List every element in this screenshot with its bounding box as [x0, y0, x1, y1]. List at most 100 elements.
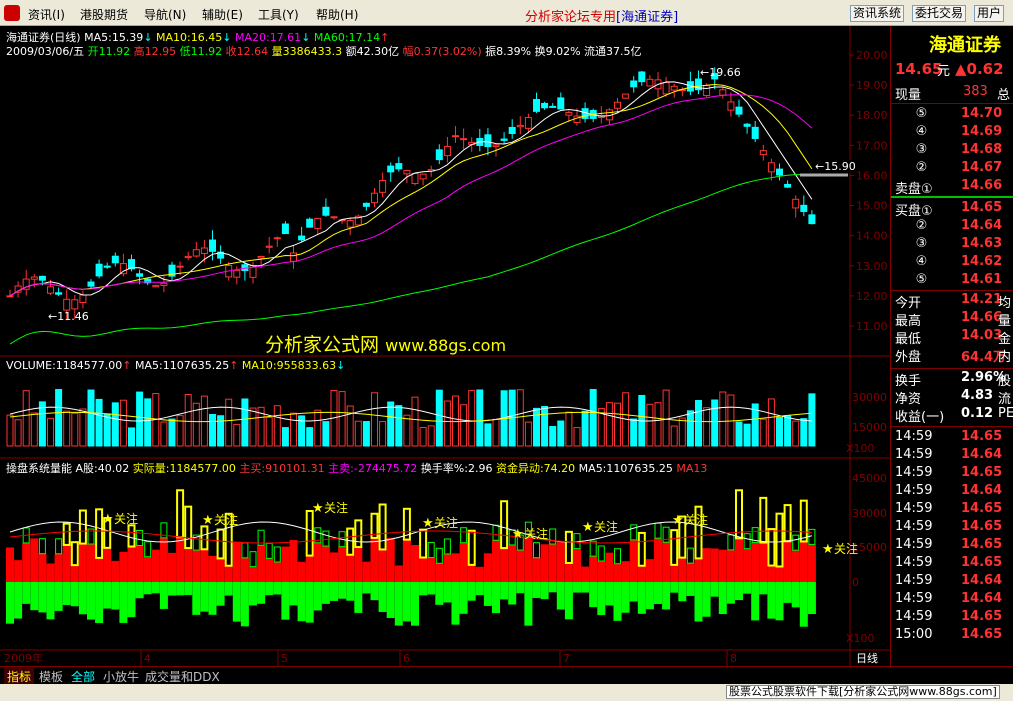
candle-body — [800, 204, 808, 212]
buy-level-5-label: ⑤ — [895, 272, 928, 287]
sell-level-3-label: ③ — [895, 142, 928, 157]
indicator-bar-down — [743, 582, 752, 594]
indicator-bar-down — [257, 582, 266, 604]
tick-row-value: 14.64 — [961, 483, 1003, 498]
candle-body — [541, 102, 549, 109]
quote-now-label: 现量 — [895, 88, 922, 103]
indicator-bar-down — [289, 582, 298, 606]
volume-bar — [95, 398, 103, 447]
candle-body — [784, 183, 792, 188]
volume-bar — [290, 412, 297, 447]
ad-link[interactable]: 股票公式股票软件下载[分析家公式网www.88gs.com] — [726, 685, 1000, 699]
month-label: 5 — [281, 652, 288, 665]
volume-bar — [630, 418, 638, 447]
menu-info[interactable]: 资讯(I) — [28, 6, 65, 23]
menu-navigate[interactable]: 导航(N) — [144, 6, 186, 23]
candle-body — [492, 144, 500, 147]
candle-body — [30, 276, 38, 280]
indicator-bar-down — [135, 582, 144, 599]
volume-ma5: MA5:1107635.25 — [134, 359, 230, 372]
stat-3-tail: 内 — [998, 350, 1012, 365]
stat-2: 最低 14.03 金 — [891, 328, 1013, 347]
indicator-bar-up — [718, 549, 727, 582]
user-button[interactable]: 用户 — [974, 5, 1005, 22]
indicator-bar-down — [378, 582, 387, 612]
price-tick-label: 18.00 — [856, 109, 888, 122]
candle-body — [346, 220, 354, 228]
price-tick-label: 13.00 — [856, 260, 888, 273]
indicator-bar-up — [751, 542, 760, 582]
menu-help[interactable]: 帮助(H) — [316, 6, 358, 23]
info-system-button[interactable]: 资讯系统 — [850, 5, 905, 22]
indicator-bar-up — [670, 564, 679, 582]
indicator-bar-up — [46, 563, 55, 582]
volume-bar — [784, 415, 792, 447]
indicator-turnover: 换手率%:2.96 — [420, 462, 493, 475]
price-tick-label: 16.00 — [856, 169, 888, 182]
buy-level-3-value: 14.63 — [961, 236, 1003, 251]
volume-bar — [524, 421, 532, 447]
indicator-bar-up — [694, 558, 703, 582]
indicator-bar-down — [516, 582, 525, 594]
sell-level-2-value: 14.67 — [961, 160, 1003, 175]
candle-body — [265, 245, 273, 248]
candle-body — [176, 265, 184, 268]
candle-body — [743, 123, 751, 127]
menu-hk-futures[interactable]: 港股期货 — [80, 6, 128, 23]
indicator-bar-down — [605, 582, 614, 606]
app-logo-icon — [4, 5, 20, 21]
indicator-bar-up — [459, 542, 468, 582]
menu-bar: 资讯(I) 港股期货 导航(N) 辅助(E) 工具(Y) 帮助(H) 分析家论坛… — [0, 0, 1013, 26]
tab-template[interactable]: 模板 — [36, 668, 66, 685]
volume-bar — [184, 394, 192, 447]
menu-tools[interactable]: 工具(Y) — [258, 6, 299, 23]
indicator-bar-up — [589, 556, 598, 582]
tick-row-label: 14:59 — [895, 609, 933, 624]
price-tick-label: 15.00 — [856, 200, 888, 213]
volume-bar — [71, 412, 79, 447]
candle-body — [71, 299, 79, 310]
trade-button[interactable]: 委托交易 — [912, 5, 967, 22]
indicator-bar-down — [419, 582, 428, 596]
candle-body — [6, 295, 14, 298]
tab-all[interactable]: 全部 — [68, 668, 98, 685]
tab-xiaofangniu[interactable]: 小放牛 — [100, 668, 142, 685]
candle-body — [751, 126, 759, 139]
fund-1: 净资 4.83 流 — [891, 388, 1013, 407]
indicator-bar-down — [645, 582, 654, 610]
indicator-header: 操盘系统量能 A股:40.02 实际量:1184577.00 主买:910101… — [6, 460, 707, 476]
indicator-bar-down — [87, 582, 95, 620]
tick-row-value: 14.65 — [961, 555, 1003, 570]
star-icon: ★ — [672, 513, 684, 528]
indicator-bar-up — [427, 557, 436, 582]
candle-body — [719, 89, 727, 96]
tab-indicator[interactable]: 指标 — [4, 668, 35, 685]
indicator-bar-up — [605, 552, 614, 582]
indicator-bar-down — [556, 582, 565, 610]
indicator-bar-up — [346, 554, 355, 582]
volume-bar — [468, 389, 476, 447]
volume-bar — [662, 389, 670, 447]
volume-bar — [265, 416, 273, 447]
indicator-bar-down — [540, 582, 549, 600]
candle-body — [500, 138, 508, 141]
indicator-bar-down — [629, 582, 638, 602]
indicator-bar-up — [143, 556, 152, 582]
indicator-bar-up — [402, 539, 411, 582]
indicator-bar-down — [564, 582, 573, 620]
candle-body — [79, 294, 87, 303]
tab-volume-ddx[interactable]: 成交量和DDX — [142, 668, 223, 685]
indicator-bar-up — [645, 559, 654, 582]
indicator-bar-up — [305, 555, 314, 582]
volume-bar — [808, 393, 816, 447]
candle-body — [565, 111, 573, 116]
indicator-bar-down — [22, 582, 31, 604]
tick-row-label: 14:59 — [895, 537, 933, 552]
indicator-bar-down — [411, 582, 419, 626]
indicator-bar-down — [338, 582, 347, 599]
chart-area[interactable]: 20.00 19.00 18.00 17.00 16.00 15.00 14.00 13.00… — [0, 26, 890, 666]
menu-assist[interactable]: 辅助(E) — [202, 6, 243, 23]
stat-1: 最高 14.66 量 — [891, 310, 1013, 329]
volume-bar — [63, 410, 71, 447]
indicator-bar-down — [30, 582, 39, 611]
